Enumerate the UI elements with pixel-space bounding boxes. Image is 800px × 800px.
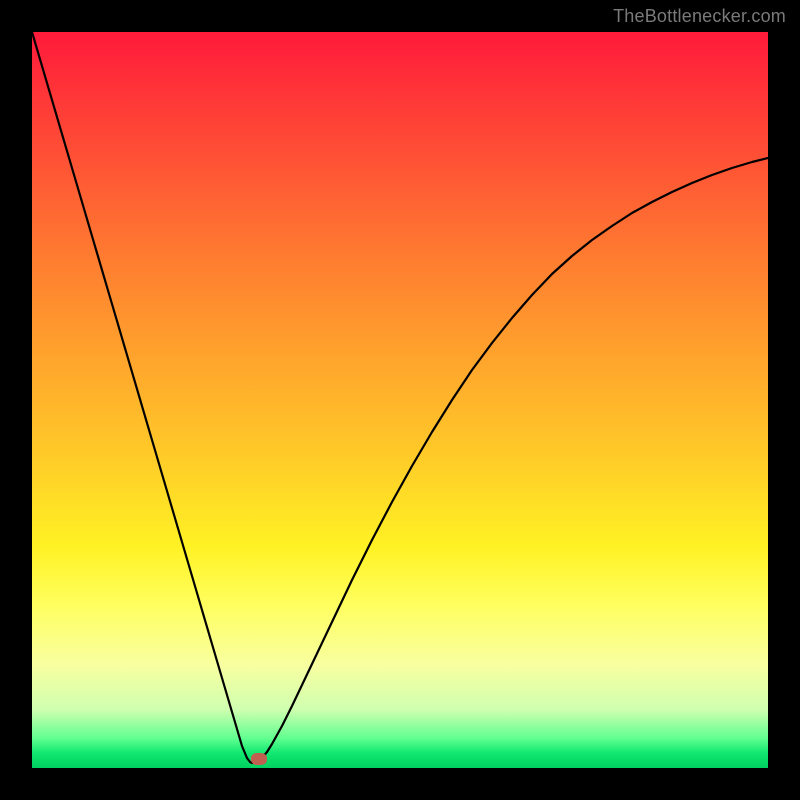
watermark-text: TheBottlenecker.com <box>613 6 786 27</box>
curve-path <box>32 32 768 763</box>
plot-area <box>32 32 768 768</box>
bottleneck-curve <box>32 32 768 768</box>
optimal-point-marker <box>251 753 267 765</box>
chart-frame: TheBottlenecker.com <box>0 0 800 800</box>
